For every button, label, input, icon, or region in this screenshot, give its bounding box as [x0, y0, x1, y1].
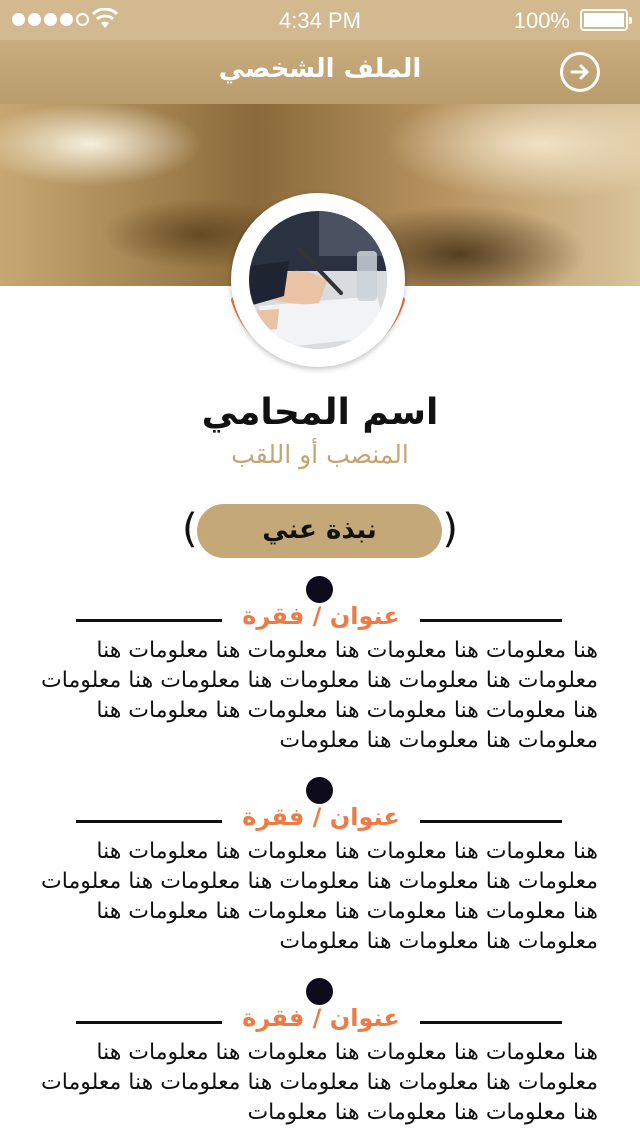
section-body: هنا معلومات هنا معلومات هنا معلومات هنا … — [41, 839, 598, 954]
info-section: عنوان / فقرة هنا معلومات هنا معلومات هنا… — [0, 777, 640, 977]
section-body: هنا معلومات هنا معلومات هنا معلومات هنا … — [41, 1040, 598, 1125]
section-body: هنا معلومات هنا معلومات هنا معلومات هنا … — [41, 638, 598, 753]
lawyer-name: اسم المحامي — [201, 392, 439, 433]
battery-percent: 100% — [513, 8, 570, 33]
divider — [420, 1021, 562, 1024]
arrow-right-circle-icon[interactable] — [560, 52, 600, 92]
divider — [76, 1021, 222, 1024]
page-title: الملف الشخصي — [218, 54, 422, 84]
divider — [76, 619, 222, 622]
bullet-icon — [306, 777, 333, 804]
lawyer-photo — [249, 211, 387, 349]
profile-avatar — [226, 190, 410, 374]
status-bar: 4:34 PM 100% — [0, 0, 640, 40]
open-paren: ( — [182, 506, 198, 552]
section-title: عنوان / فقرة — [242, 602, 400, 630]
bullet-icon — [306, 576, 333, 603]
section-title: عنوان / فقرة — [242, 803, 400, 831]
nav-bar: الملف الشخصي — [0, 40, 640, 104]
battery-icon — [580, 9, 632, 31]
lawyer-role: المنصب أو اللقب — [231, 440, 409, 469]
info-section: عنوان / فقرة هنا معلومات هنا معلومات هنا… — [0, 576, 640, 776]
about-me-button[interactable]: نبذة عني — [197, 504, 442, 558]
close-paren: ) — [442, 506, 458, 552]
divider — [420, 619, 562, 622]
profile-screen: 4:34 PM 100% الملف الشخصي اسم المحامي ال… — [0, 0, 640, 1136]
section-title: عنوان / فقرة — [242, 1004, 400, 1032]
divider — [420, 820, 562, 823]
bullet-icon — [306, 978, 333, 1005]
info-section: عنوان / فقرة هنا معلومات هنا معلومات هنا… — [0, 978, 640, 1136]
divider — [76, 820, 222, 823]
about-section-header: ( نبذة عني ) — [182, 504, 458, 560]
